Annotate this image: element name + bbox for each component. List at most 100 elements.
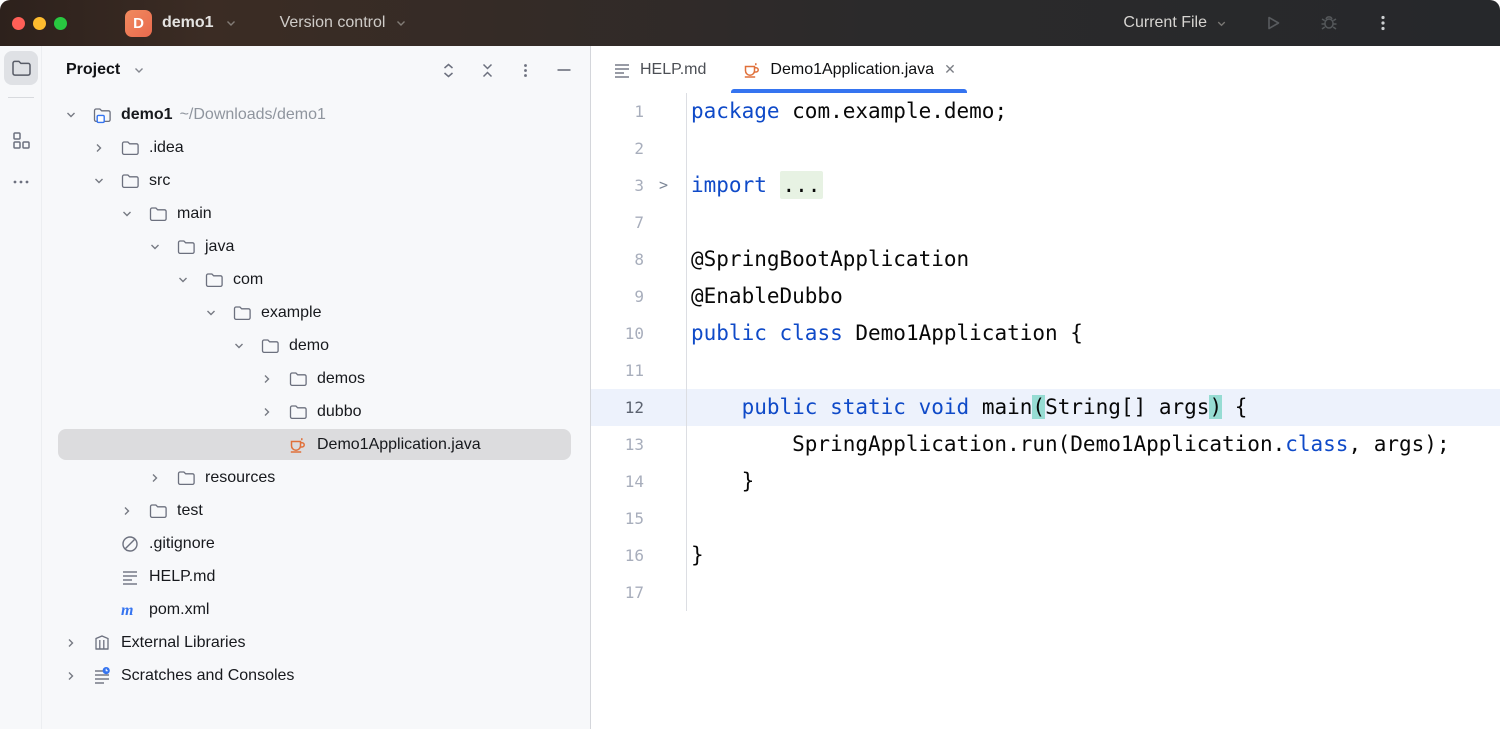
tree-row[interactable]: resources xyxy=(42,461,590,494)
minimize-window-button[interactable] xyxy=(33,17,46,30)
run-button[interactable] xyxy=(1262,12,1284,34)
chevron-down-icon[interactable] xyxy=(119,206,135,222)
project-widget[interactable]: D demo1 xyxy=(125,10,238,37)
chevron-right-icon[interactable] xyxy=(119,503,135,519)
chevron-down-icon[interactable] xyxy=(63,107,79,123)
editor-tab-demo1application-java[interactable]: Demo1Application.java ✕ xyxy=(729,46,968,93)
chevron-down-icon[interactable] xyxy=(203,305,219,321)
code-line[interactable]: 11 xyxy=(591,352,1500,389)
tree-row[interactable]: .gitignore xyxy=(42,527,590,560)
tree-row[interactable]: .idea xyxy=(42,131,590,164)
folder-icon xyxy=(176,468,196,488)
tree-row[interactable]: example xyxy=(42,296,590,329)
tree-row[interactable]: Demo1Application.java xyxy=(42,428,590,461)
chevron-down-icon[interactable] xyxy=(175,272,191,288)
tree-row[interactable]: External Libraries xyxy=(42,626,590,659)
folder-icon xyxy=(120,138,140,158)
markdown-icon xyxy=(120,567,140,587)
chevron-right-icon[interactable] xyxy=(63,635,79,651)
gutter: 13 xyxy=(591,426,687,463)
line-number: 12 xyxy=(591,389,644,426)
more-actions-button[interactable] xyxy=(1374,14,1392,32)
hide-panel-button[interactable] xyxy=(554,60,574,80)
folder-icon xyxy=(120,171,140,191)
code-line[interactable]: 14 } xyxy=(591,463,1500,500)
expand-all-button[interactable] xyxy=(439,61,458,80)
project-tool-button[interactable] xyxy=(4,51,38,85)
version-control-widget[interactable]: Version control xyxy=(280,14,409,32)
tree-indent xyxy=(91,569,107,585)
panel-options-button[interactable] xyxy=(517,62,534,79)
zoom-window-button[interactable] xyxy=(54,17,67,30)
tab-label: Demo1Application.java xyxy=(770,61,934,79)
gutter: 11 xyxy=(591,352,687,389)
tree-row[interactable]: mpom.xml xyxy=(42,593,590,626)
chevron-down-icon xyxy=(394,16,408,30)
chevron-down-icon[interactable] xyxy=(91,173,107,189)
tree-row[interactable]: test xyxy=(42,494,590,527)
tree-item-label: .gitignore xyxy=(149,535,215,553)
tree-row[interactable]: com xyxy=(42,263,590,296)
close-window-button[interactable] xyxy=(12,17,25,30)
tree-row[interactable]: main xyxy=(42,197,590,230)
tree-row[interactable]: dubbo xyxy=(42,395,590,428)
chevron-down-icon[interactable] xyxy=(231,338,247,354)
tree-row[interactable]: demos xyxy=(42,362,590,395)
folded-imports[interactable]: ... xyxy=(780,171,824,199)
chevron-down-icon[interactable] xyxy=(147,239,163,255)
ide-window: D demo1 Version control Current File xyxy=(0,0,1500,729)
tree-row[interactable]: java xyxy=(42,230,590,263)
more-tool-windows-button[interactable] xyxy=(4,168,38,196)
tree-row[interactable]: Scratches and Consoles xyxy=(42,659,590,692)
project-panel-header: Project xyxy=(42,46,590,94)
strip-divider xyxy=(8,97,34,98)
code-line[interactable]: 8@SpringBootApplication xyxy=(591,241,1500,278)
svg-text:m: m xyxy=(121,602,133,619)
fold-column xyxy=(644,537,686,574)
chevron-right-icon[interactable] xyxy=(63,668,79,684)
tree-item-label: Demo1Application.java xyxy=(317,436,481,454)
tree-indent xyxy=(259,437,275,453)
folder-icon xyxy=(204,270,224,290)
code-line[interactable]: 1package com.example.demo; xyxy=(591,93,1500,130)
gutter: 9 xyxy=(591,278,687,315)
tree-row[interactable]: src xyxy=(42,164,590,197)
folder-icon xyxy=(260,336,280,356)
debug-button[interactable] xyxy=(1318,12,1340,34)
code-line[interactable]: 13 SpringApplication.run(Demo1Applicatio… xyxy=(591,426,1500,463)
structure-tool-button[interactable] xyxy=(4,126,38,154)
run-configuration-selector[interactable]: Current File xyxy=(1123,14,1228,32)
tree-item-label: dubbo xyxy=(317,403,362,421)
active-tab-underline xyxy=(731,89,966,93)
code-line[interactable]: 7 xyxy=(591,204,1500,241)
editor-tab-help-md[interactable]: HELP.md xyxy=(599,46,719,93)
fold-marker-icon[interactable]: > xyxy=(644,167,686,204)
fold-column xyxy=(644,574,686,611)
line-number: 16 xyxy=(591,537,644,574)
fold-column xyxy=(644,352,686,389)
tree-row[interactable]: demo1~/Downloads/demo1 xyxy=(42,98,590,131)
code-line[interactable]: 16} xyxy=(591,537,1500,574)
chevron-down-icon xyxy=(1215,17,1228,30)
project-panel-title[interactable]: Project xyxy=(66,61,120,79)
code-line[interactable]: 17 xyxy=(591,574,1500,611)
code-line[interactable]: 10public class Demo1Application { xyxy=(591,315,1500,352)
tree-row[interactable]: HELP.md xyxy=(42,560,590,593)
chevron-right-icon[interactable] xyxy=(91,140,107,156)
chevron-right-icon[interactable] xyxy=(259,371,275,387)
close-tab-icon[interactable]: ✕ xyxy=(944,61,956,78)
code-line[interactable]: 12 public static void main(String[] args… xyxy=(591,389,1500,426)
tree-indent xyxy=(91,602,107,618)
code-editor[interactable]: 1package com.example.demo;23>import ...7… xyxy=(591,93,1500,729)
code-text: @EnableDubbo xyxy=(687,278,843,315)
fold-column xyxy=(644,204,686,241)
collapse-all-button[interactable] xyxy=(478,61,497,80)
chevron-right-icon[interactable] xyxy=(259,404,275,420)
chevron-right-icon[interactable] xyxy=(147,470,163,486)
gutter: 10 xyxy=(591,315,687,352)
code-line[interactable]: 3>import ... xyxy=(591,167,1500,204)
code-line[interactable]: 2 xyxy=(591,130,1500,167)
tree-row[interactable]: demo xyxy=(42,329,590,362)
code-line[interactable]: 15 xyxy=(591,500,1500,537)
code-line[interactable]: 9@EnableDubbo xyxy=(591,278,1500,315)
